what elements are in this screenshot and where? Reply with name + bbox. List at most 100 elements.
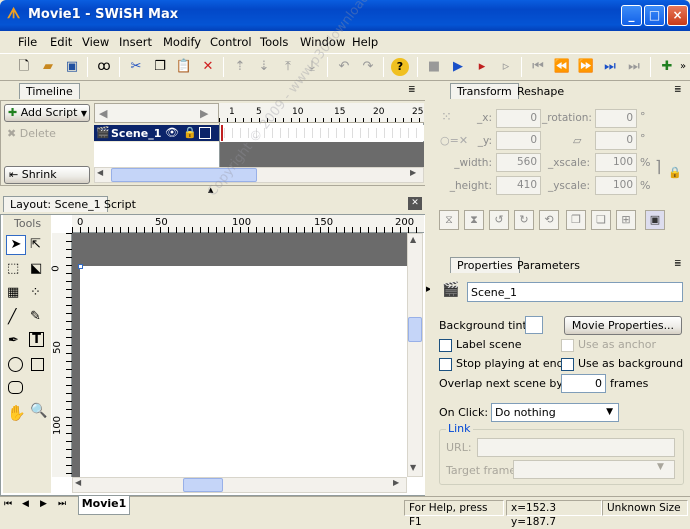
zoom-icon[interactable]: 🔍: [30, 403, 47, 419]
properties-menu-icon[interactable]: ≣: [674, 259, 682, 269]
line-icon[interactable]: ╱: [8, 309, 16, 325]
motion-path-icon[interactable]: ⁘: [30, 285, 41, 300]
stage-canvas[interactable]: [80, 266, 407, 477]
subselect-icon[interactable]: ⇱: [30, 237, 41, 252]
target-dropdown-icon[interactable]: ▼: [657, 462, 664, 472]
next-frame-icon[interactable]: ⏩: [577, 58, 595, 76]
maximize-button[interactable]: □: [644, 5, 665, 26]
close-button[interactable]: ×: [667, 5, 688, 26]
scroll-left-arrow-icon[interactable]: ◀: [97, 168, 103, 177]
playhead[interactable]: [221, 125, 223, 141]
yscale-field[interactable]: 100: [595, 176, 637, 195]
copy-icon[interactable]: ❐: [151, 58, 169, 76]
delete-icon[interactable]: ✕: [199, 58, 217, 76]
menu-control[interactable]: Control: [210, 35, 252, 49]
y-field[interactable]: 0: [496, 131, 541, 150]
bring-forward-icon[interactable]: ⇡: [231, 58, 249, 76]
scroll-left-icon[interactable]: ◀: [99, 107, 107, 120]
ellipse-icon[interactable]: [8, 357, 23, 372]
next-tab-icon[interactable]: ▶: [40, 499, 47, 509]
scroll-down-icon[interactable]: ▼: [410, 463, 416, 472]
rectangle-icon[interactable]: [31, 358, 44, 371]
hscroll-right-icon[interactable]: ▶: [393, 478, 399, 487]
apply-transform-icon[interactable]: ▣: [645, 210, 665, 230]
stage-handle[interactable]: [78, 264, 83, 269]
tab-transform[interactable]: Transform: [450, 83, 519, 99]
xscale-field[interactable]: 100: [595, 153, 637, 172]
skew-field[interactable]: 0: [595, 131, 637, 150]
menu-help[interactable]: Help: [352, 35, 378, 49]
first-tab-icon[interactable]: ⏮: [4, 499, 12, 509]
tint-color-swatch[interactable]: [525, 316, 543, 334]
last-tab-icon[interactable]: ⏭: [58, 499, 66, 509]
close-layout-icon[interactable]: ✕: [408, 197, 422, 210]
scroll-right-arrow-icon[interactable]: ▶: [410, 168, 416, 177]
text-tool-icon[interactable]: T: [29, 332, 44, 347]
reset-transform-icon[interactable]: ⊞: [616, 210, 636, 230]
find-icon[interactable]: ꝏ: [95, 58, 113, 76]
rotate-left-icon[interactable]: ↺: [489, 210, 509, 230]
overlap-input[interactable]: [561, 374, 606, 393]
shrink-button[interactable]: ⇤ Shrink: [4, 166, 90, 184]
scroll-up-icon[interactable]: ▲: [410, 235, 416, 244]
tab-reshape[interactable]: Reshape: [517, 85, 564, 98]
paste-transform-icon[interactable]: ❏: [591, 210, 611, 230]
prev-tab-icon[interactable]: ◀: [22, 499, 29, 509]
on-click-select[interactable]: Do nothing ▼: [491, 403, 619, 422]
menu-modify[interactable]: Modify: [163, 35, 201, 49]
tab-properties[interactable]: Properties: [450, 257, 520, 273]
use-as-background-checkbox[interactable]: [561, 358, 574, 371]
movie-tab[interactable]: Movie1: [78, 496, 130, 515]
hand-icon[interactable]: ✋: [7, 404, 26, 422]
last-frame-icon[interactable]: ⏭: [601, 58, 619, 76]
scroll-right-icon[interactable]: ▶: [200, 107, 208, 120]
lock-icon[interactable]: 🔒: [183, 126, 197, 139]
paste-icon[interactable]: 📋: [175, 58, 193, 76]
fill-transform-icon[interactable]: ▦: [7, 285, 19, 300]
visibility-eye-icon[interactable]: 👁: [165, 126, 179, 139]
rotate-180-icon[interactable]: ⟲: [539, 210, 559, 230]
open-icon[interactable]: ▰: [39, 58, 57, 76]
play-scene-icon[interactable]: ▸: [473, 58, 491, 76]
transform-icon[interactable]: ⬚: [7, 261, 19, 276]
pen-icon[interactable]: ✒: [8, 333, 19, 348]
select-arrow-icon[interactable]: ➤: [6, 235, 26, 255]
label-scene-checkbox[interactable]: [439, 339, 452, 352]
layout-vscroll-thumb[interactable]: [408, 317, 422, 342]
redo-icon[interactable]: ↷: [359, 58, 377, 76]
tab-layout[interactable]: Layout: Scene_1: [3, 196, 108, 212]
save-icon[interactable]: ▣: [63, 58, 81, 76]
menu-tools[interactable]: Tools: [260, 35, 288, 49]
menu-view[interactable]: View: [82, 35, 109, 49]
tab-parameters[interactable]: Parameters: [517, 259, 580, 272]
rotate-right-icon[interactable]: ↻: [514, 210, 534, 230]
movie-properties-button[interactable]: Movie Properties...: [564, 316, 682, 335]
flip-horizontal-icon[interactable]: ⧖: [439, 210, 459, 230]
outline-box-icon[interactable]: [199, 127, 211, 139]
minimize-button[interactable]: _: [621, 5, 642, 26]
layout-hscroll-thumb[interactable]: [183, 478, 223, 492]
new-icon[interactable]: 🗋: [15, 58, 33, 76]
tab-script[interactable]: Script: [104, 198, 136, 211]
use-as-anchor-checkbox[interactable]: [561, 339, 574, 352]
undo-icon[interactable]: ↶: [335, 58, 353, 76]
reshape-icon[interactable]: ⬕: [30, 261, 42, 276]
stop-playing-checkbox[interactable]: [439, 358, 452, 371]
bring-front-icon[interactable]: ⤒: [279, 58, 297, 76]
panel-menu-icon[interactable]: ≣: [408, 85, 416, 95]
send-backward-icon[interactable]: ⇣: [255, 58, 273, 76]
target-frame-select[interactable]: [513, 460, 675, 479]
pencil-icon[interactable]: ✎: [30, 309, 41, 324]
x-field[interactable]: 0: [496, 109, 541, 128]
flip-vertical-icon[interactable]: ⧗: [464, 210, 484, 230]
width-field[interactable]: 560: [496, 153, 541, 172]
more-icon[interactable]: »: [674, 58, 690, 76]
play-icon[interactable]: ▶: [449, 58, 467, 76]
play-effect-icon[interactable]: ▹: [497, 58, 515, 76]
scale-lock-icon[interactable]: 🔒: [668, 166, 682, 179]
delete-button[interactable]: ✖ Delete: [7, 127, 56, 140]
end-frame-icon[interactable]: ⏭: [625, 58, 643, 76]
autoshape-icon[interactable]: [8, 381, 23, 394]
menu-edit[interactable]: Edit: [50, 35, 72, 49]
add-script-button[interactable]: ✚ Add Script ▼: [4, 104, 90, 122]
